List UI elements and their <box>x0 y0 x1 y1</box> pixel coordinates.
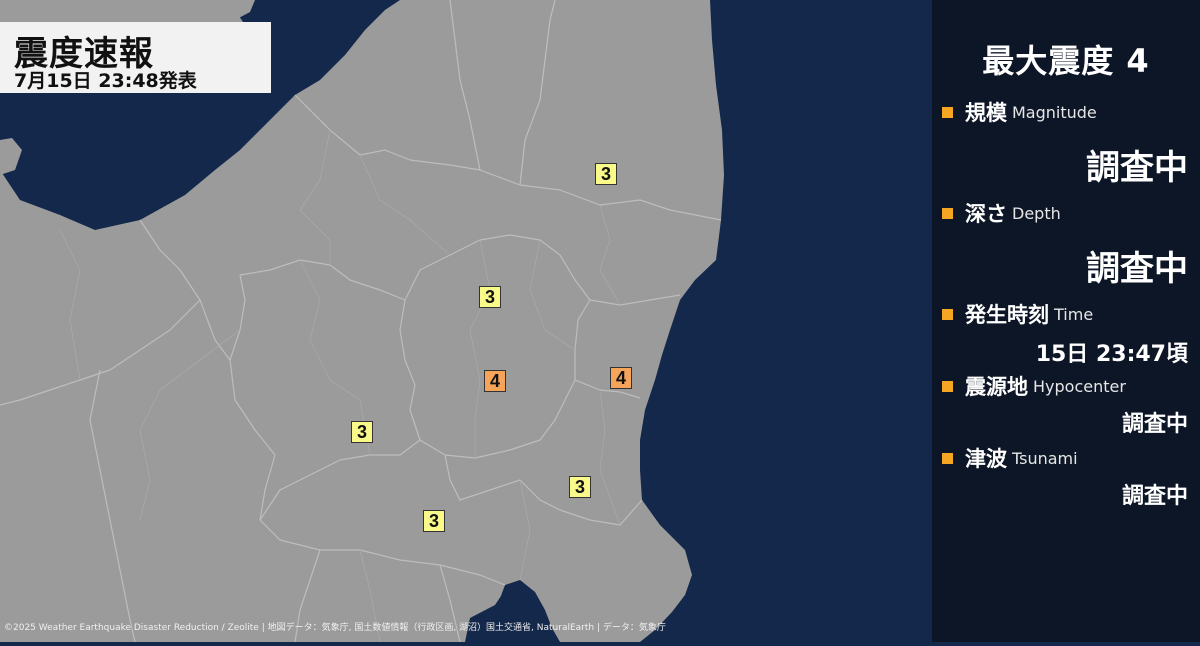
tsunami-value: 調査中 <box>1121 484 1188 509</box>
depth-value: 調査中 <box>1086 249 1188 289</box>
intensity-marker: 3 <box>351 421 373 443</box>
hypocenter-value: 調査中 <box>1121 412 1188 437</box>
bulletin-header: 震度速報 7月15日 23:48発表 <box>0 22 271 93</box>
depth-label-en: Depth <box>1012 203 1061 223</box>
tsunami-label: 津波 <box>965 447 1007 471</box>
hypocenter-label: 震源地 <box>965 375 1028 399</box>
bullet-icon <box>942 207 953 219</box>
magnitude-label: 規模 <box>965 101 1007 125</box>
magnitude-value: 調査中 <box>1086 148 1188 188</box>
time-label: 発生時刻 <box>965 303 1049 327</box>
bullet-icon <box>942 380 953 392</box>
intensity-marker: 3 <box>595 163 617 185</box>
time-row: 発生時刻 Time <box>942 300 1093 328</box>
bullet-icon <box>942 106 953 118</box>
tsunami-label-en: Tsunami <box>1012 448 1078 468</box>
issue-timestamp: 7月15日 23:48発表 <box>14 70 197 92</box>
bullet-icon <box>942 452 953 464</box>
time-value: 15日 23:47頃 <box>1035 342 1188 367</box>
hypocenter-row: 震源地 Hypocenter <box>942 372 1126 400</box>
depth-row: 深さ Depth <box>942 199 1061 227</box>
depth-label: 深さ <box>965 202 1007 226</box>
intensity-marker: 3 <box>569 476 591 498</box>
magnitude-row: 規模 Magnitude <box>942 98 1097 126</box>
map <box>0 0 932 643</box>
magnitude-label-en: Magnitude <box>1012 102 1097 122</box>
map-canvas <box>0 0 932 643</box>
intensity-marker: 3 <box>423 510 445 532</box>
intensity-marker: 4 <box>484 370 506 392</box>
tsunami-row: 津波 Tsunami <box>942 444 1078 472</box>
max-intensity: 最大震度 4 <box>982 42 1150 80</box>
map-credit: ©2025 Weather Earthquake Disaster Reduct… <box>4 623 666 633</box>
info-panel: 最大震度 4 規模 Magnitude 調査中 深さ Depth 調査中 発生時… <box>932 0 1200 642</box>
hypocenter-label-en: Hypocenter <box>1033 376 1126 396</box>
intensity-marker: 4 <box>610 367 632 389</box>
bullet-icon <box>942 308 953 320</box>
time-label-en: Time <box>1054 304 1094 324</box>
intensity-marker: 3 <box>479 286 501 308</box>
